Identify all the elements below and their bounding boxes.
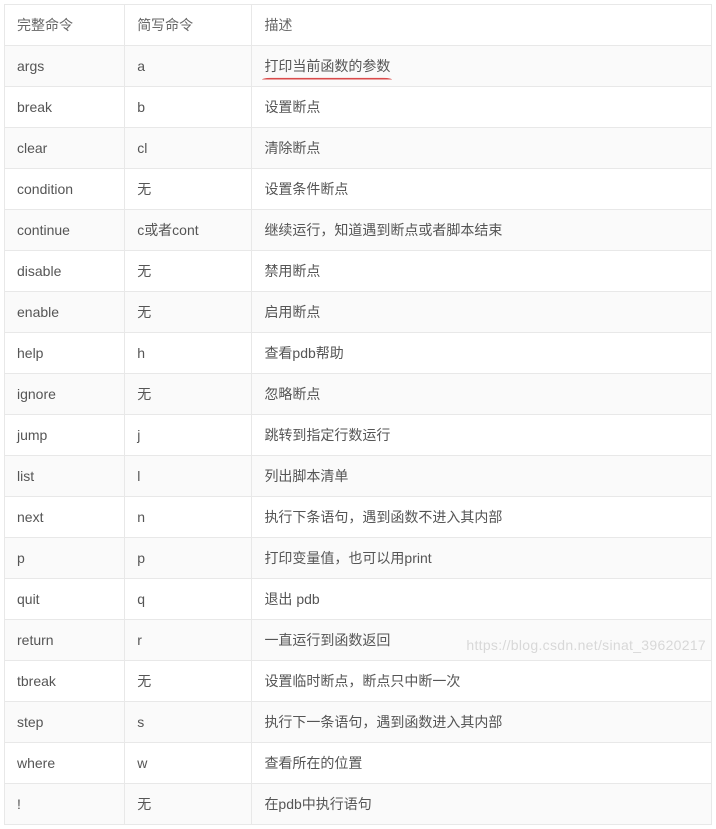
cell-full-command: where [5, 743, 125, 784]
cell-description: 继续运行，知道遇到断点或者脚本结束 [252, 210, 712, 251]
cell-description: 列出脚本清单 [252, 456, 712, 497]
table-row: breakb设置断点 [5, 87, 712, 128]
table-row: jumpj跳转到指定行数运行 [5, 415, 712, 456]
cell-description: 禁用断点 [252, 251, 712, 292]
cell-short-command: l [125, 456, 252, 497]
cell-short-command: a [125, 46, 252, 87]
cell-full-command: return [5, 620, 125, 661]
table-row: tbreak无设置临时断点，断点只中断一次 [5, 661, 712, 702]
header-row: 完整命令 简写命令 描述 [5, 5, 712, 46]
cell-full-command: condition [5, 169, 125, 210]
cell-short-command: b [125, 87, 252, 128]
header-full-command: 完整命令 [5, 5, 125, 46]
cell-description: 一直运行到函数返回 [252, 620, 712, 661]
cell-full-command: help [5, 333, 125, 374]
table-row: returnr一直运行到函数返回 [5, 620, 712, 661]
cell-description: 在pdb中执行语句 [252, 784, 712, 825]
table-row: listl列出脚本清单 [5, 456, 712, 497]
cell-short-command: r [125, 620, 252, 661]
cell-short-command: 无 [125, 784, 252, 825]
cell-short-command: p [125, 538, 252, 579]
table-row: clearcl清除断点 [5, 128, 712, 169]
cell-description: 清除断点 [252, 128, 712, 169]
highlighted-text: 打印当前函数的参数 [264, 56, 390, 76]
cell-short-command: c或者cont [125, 210, 252, 251]
table-row: wherew查看所在的位置 [5, 743, 712, 784]
table-row: continuec或者cont继续运行，知道遇到断点或者脚本结束 [5, 210, 712, 251]
cell-full-command: quit [5, 579, 125, 620]
cell-description: 查看所在的位置 [252, 743, 712, 784]
cell-short-command: 无 [125, 251, 252, 292]
cell-short-command: 无 [125, 292, 252, 333]
cell-full-command: enable [5, 292, 125, 333]
cell-full-command: args [5, 46, 125, 87]
cell-full-command: jump [5, 415, 125, 456]
cell-short-command: 无 [125, 169, 252, 210]
table-row: pp打印变量值，也可以用print [5, 538, 712, 579]
cell-short-command: 无 [125, 661, 252, 702]
cell-full-command: tbreak [5, 661, 125, 702]
table-row: ignore无忽略断点 [5, 374, 712, 415]
cell-description: 启用断点 [252, 292, 712, 333]
cell-description: 打印当前函数的参数 [252, 46, 712, 87]
table-row: quitq退出 pdb [5, 579, 712, 620]
cell-short-command: s [125, 702, 252, 743]
cell-full-command: next [5, 497, 125, 538]
pdb-command-table: 完整命令 简写命令 描述 argsa打印当前函数的参数breakb设置断点cle… [4, 4, 712, 825]
header-description: 描述 [252, 5, 712, 46]
cell-description: 设置临时断点，断点只中断一次 [252, 661, 712, 702]
cell-description: 退出 pdb [252, 579, 712, 620]
cell-short-command: h [125, 333, 252, 374]
cell-description: 打印变量值，也可以用print [252, 538, 712, 579]
cell-description: 执行下条语句，遇到函数不进入其内部 [252, 497, 712, 538]
cell-full-command: step [5, 702, 125, 743]
cell-full-command: ! [5, 784, 125, 825]
cell-description: 执行下一条语句，遇到函数进入其内部 [252, 702, 712, 743]
cell-short-command: j [125, 415, 252, 456]
cell-full-command: break [5, 87, 125, 128]
cell-short-command: q [125, 579, 252, 620]
cell-full-command: p [5, 538, 125, 579]
cell-full-command: list [5, 456, 125, 497]
cell-description: 设置断点 [252, 87, 712, 128]
cell-short-command: cl [125, 128, 252, 169]
cell-description: 设置条件断点 [252, 169, 712, 210]
table-row: condition无设置条件断点 [5, 169, 712, 210]
cell-full-command: clear [5, 128, 125, 169]
cell-description: 忽略断点 [252, 374, 712, 415]
cell-description: 查看pdb帮助 [252, 333, 712, 374]
table-row: steps执行下一条语句，遇到函数进入其内部 [5, 702, 712, 743]
cell-short-command: 无 [125, 374, 252, 415]
table-row: nextn执行下条语句，遇到函数不进入其内部 [5, 497, 712, 538]
table-row: !无在pdb中执行语句 [5, 784, 712, 825]
cell-full-command: disable [5, 251, 125, 292]
cell-short-command: n [125, 497, 252, 538]
cell-full-command: ignore [5, 374, 125, 415]
cell-full-command: continue [5, 210, 125, 251]
table-row: argsa 打印当前函数的参数 [5, 46, 712, 87]
cell-short-command: w [125, 743, 252, 784]
header-short-command: 简写命令 [125, 5, 252, 46]
cell-description: 跳转到指定行数运行 [252, 415, 712, 456]
table-row: disable无禁用断点 [5, 251, 712, 292]
table-row: helph查看pdb帮助 [5, 333, 712, 374]
table-row: enable无启用断点 [5, 292, 712, 333]
